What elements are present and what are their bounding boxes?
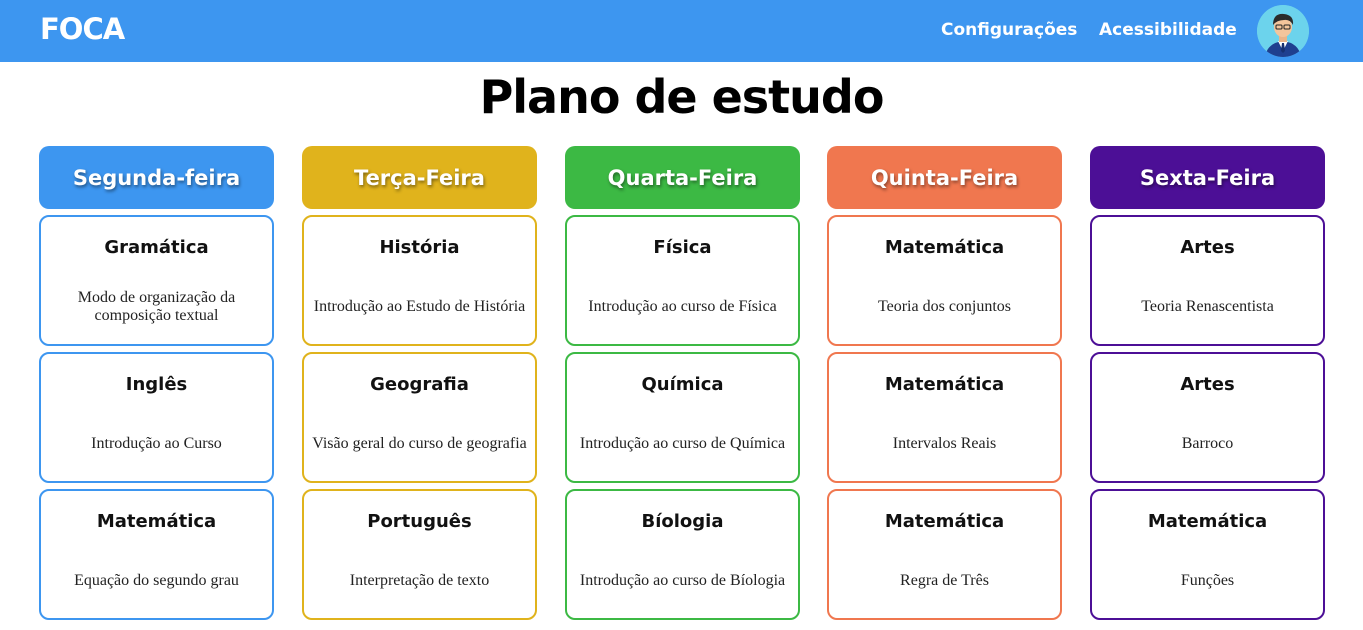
day-column: Quarta-Feira Física Introdução ao curso de… [565,146,800,620]
subject-description: Teoria Renascentista [1141,298,1274,315]
subject-title: Geografia [370,374,469,395]
subject-title: História [379,237,460,258]
top-navbar: FOCA Configurações Acessibilidade [0,0,1363,62]
subject-description: Teoria dos conjuntos [877,298,1012,315]
subject-description: Intervalos Reais [892,435,997,452]
subject-description: Visão geral do curso de geografia [312,435,527,452]
subject-card[interactable]: Química Introdução ao curso de Química [565,352,800,483]
subject-description: Funções [1180,572,1235,589]
subject-description: Regra de Três [900,572,989,589]
subject-card[interactable]: Bíologia Introdução ao curso de Bíologia [565,489,800,620]
day-column: Quinta-Feira Matemática Teoria dos conjunt… [827,146,1062,620]
subject-description: Equação do segundo grau [74,572,239,589]
day-header[interactable]: Segunda-feira [39,146,274,209]
subject-title: Artes [1180,374,1235,395]
subject-title: Física [653,237,712,258]
day-column: Sexta-Feira Artes Teoria Renascentista Arte… [1090,146,1325,620]
nav-link-configuracoes[interactable]: Configurações [941,20,1077,40]
subject-card[interactable]: História Introdução ao Estudo de História [302,215,537,346]
subject-title: Química [641,374,724,395]
user-avatar[interactable] [1257,5,1309,57]
day-header[interactable]: Quarta-Feira [565,146,800,209]
day-column: Terça-Feira História Introdução ao Estudo … [302,146,537,620]
subject-description: Introdução ao Estudo de História [313,298,526,315]
subject-description: Introdução ao Curso [91,435,222,452]
subject-card[interactable]: Física Introdução ao curso de Física [565,215,800,346]
subject-description: Introdução ao curso de Física [588,298,777,315]
subject-title: Matemática [884,237,1005,258]
subject-card[interactable]: Matemática Regra de Três [827,489,1062,620]
subject-card[interactable]: Artes Barroco [1090,352,1325,483]
brand-logo[interactable]: FOCA [40,12,125,46]
subject-description: Barroco [1181,435,1234,452]
day-header[interactable]: Terça-Feira [302,146,537,209]
page-title: Plano de estudo [479,70,885,124]
subject-title: Matemática [1147,511,1268,532]
subject-title: Português [367,511,472,532]
subject-title: Inglês [125,374,188,395]
subject-description: Introdução ao curso de Bíologia [579,572,786,589]
subject-card[interactable]: Inglês Introdução ao Curso [39,352,274,483]
subject-title: Matemática [96,511,217,532]
subject-title: Artes [1180,237,1235,258]
subject-card[interactable]: Matemática Equação do segundo grau [39,489,274,620]
subject-description: Modo de organização da composição textua… [77,289,236,324]
subject-card[interactable]: Matemática Teoria dos conjuntos [827,215,1062,346]
subject-card[interactable]: Matemática Funções [1090,489,1325,620]
subject-title: Matemática [884,511,1005,532]
day-column: Segunda-feira Gramática Modo de organizaçã… [39,146,274,620]
subject-card[interactable]: Gramática Modo de organização da composiç… [39,215,274,346]
subject-card[interactable]: Geografia Visão geral do curso de geograf… [302,352,537,483]
subject-title: Gramática [104,237,209,258]
subject-card[interactable]: Artes Teoria Renascentista [1090,215,1325,346]
subject-description: Interpretação de texto [349,572,490,589]
user-avatar-icon [1257,5,1309,57]
day-header[interactable]: Quinta-Feira [827,146,1062,209]
subject-title: Bíologia [641,511,724,532]
day-header[interactable]: Sexta-Feira [1090,146,1325,209]
subject-description: Introdução ao curso de Química [579,435,786,452]
subject-card[interactable]: Português Interpretação de texto [302,489,537,620]
nav-link-acessibilidade[interactable]: Acessibilidade [1099,20,1237,40]
subject-title: Matemática [884,374,1005,395]
subject-card[interactable]: Matemática Intervalos Reais [827,352,1062,483]
